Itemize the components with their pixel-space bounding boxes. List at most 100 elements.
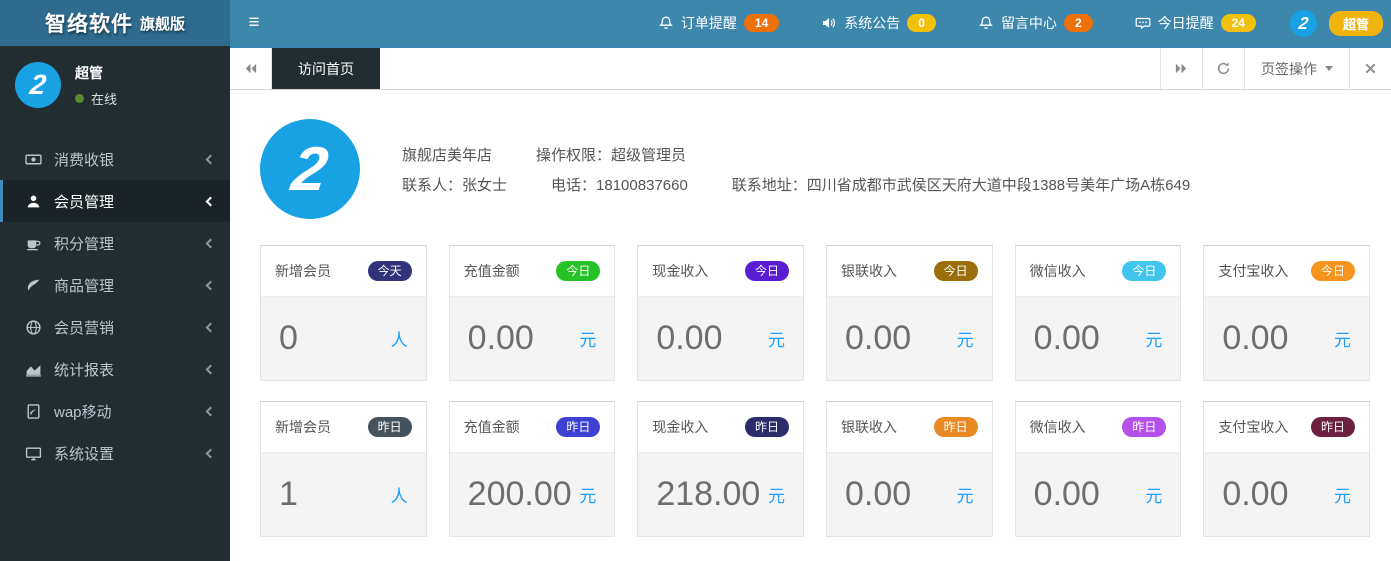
stat-unit: 元 [1145,487,1163,506]
stat-card: 新增会员 昨日 1 人 [260,401,427,537]
chevron-left-icon [205,238,216,248]
stat-card: 微信收入 今日 0.00 元 [1014,245,1182,381]
stat-value: 0.00 [1033,475,1100,513]
stat-card: 充值金额 今日 0.00 元 [448,245,616,381]
brand-suffix: 旗舰版 [139,15,185,33]
sidebar-menu: 消费收银 会员管理 积分管理 商品管理 会员营销 统计报表 wap移动 系统设置 [0,138,230,474]
stat-period-badge: 昨日 [556,417,601,437]
mobile-icon [25,403,42,420]
notification-today-reminder[interactable]: 今日提醒 24 [1135,13,1256,33]
money-icon [25,151,42,168]
stat-card: 银联收入 昨日 0.00 元 [826,401,993,537]
stat-period-badge: 今天 [367,261,412,281]
stat-card: 新增会员 今天 0 人 [260,245,427,381]
tab-operations-label: 页签操作 [1261,60,1317,77]
sidebar-user-avatar[interactable]: 2 [15,62,61,108]
sidebar: 2 超管 在线 消费收银 会员管理 积分管理 商品管理 会员营销 统计报表 wa… [0,46,230,561]
stat-label: 充值金额 [463,419,520,435]
sidebar-item-label: 积分管理 [54,235,115,253]
stat-value: 0.00 [1222,319,1289,357]
tab-operations-dropdown[interactable]: 页签操作 [1244,48,1349,89]
chevron-left-icon [205,406,216,416]
notification-count-badge: 0 [907,14,936,32]
sidebar-item-points-manage[interactable]: 积分管理 [0,222,230,264]
chevron-left-icon [205,196,216,206]
stat-value: 1 [279,475,298,513]
sidebar-item-stats-report[interactable]: 统计报表 [0,348,230,390]
sidebar-item-consume-cashier[interactable]: 消费收银 [0,138,230,180]
header-bar: 智络软件 旗舰版 ≡ 订单提醒 14 系统公告 0 留言中心 2 今日提醒 24 [0,0,1391,46]
chevron-left-icon [205,364,216,374]
avatar-logo-glyph: 2 [28,69,49,100]
user-icon [25,193,42,210]
stat-unit: 元 [768,331,785,350]
sidebar-item-member-marketing[interactable]: 会员营销 [0,306,230,348]
stat-label: 微信收入 [1029,419,1086,435]
store-logo-glyph: 2 [287,134,333,204]
stat-card: 微信收入 昨日 0.00 元 [1014,401,1182,537]
stat-value: 200.00 [467,475,572,513]
bell-icon [978,15,994,31]
stat-period-badge: 今日 [933,261,978,281]
store-phone: 电话：18100837660 [551,176,688,194]
sidebar-toggle-button[interactable]: ≡ [230,0,278,46]
notification-count-badge: 2 [1063,14,1093,32]
stat-period-badge: 昨日 [744,417,789,437]
stat-label: 现金收入 [652,263,709,279]
tab-home[interactable]: 访问首页 [272,48,380,89]
notification-count-badge: 14 [743,14,780,32]
stat-value: 0.00 [845,475,912,513]
user-role-badge[interactable]: 超管 [1328,10,1383,36]
stat-label: 新增会员 [275,263,331,279]
stat-label: 微信收入 [1029,263,1086,279]
hamburger-icon: ≡ [248,12,260,33]
stats-row-today: 新增会员 今天 0 人 充值金额 今日 0.00 元 现金收入 今日 0.00 … [260,245,1370,381]
sidebar-item-label: 会员管理 [54,193,115,211]
chevron-left-icon [205,448,216,458]
sidebar-item-label: 消费收银 [54,151,115,169]
notification-system-announcement[interactable]: 系统公告 0 [821,13,936,33]
tab-refresh-button[interactable] [1202,48,1244,89]
sidebar-item-label: wap移动 [54,403,112,421]
stat-card: 支付宝收入 今日 0.00 元 [1203,245,1370,381]
brand-logo: 智络软件 旗舰版 [0,0,230,46]
stat-period-badge: 今日 [1310,261,1355,281]
stat-unit: 元 [1334,331,1351,350]
sidebar-item-label: 会员营销 [54,319,115,337]
notification-label: 今日提醒 [1157,15,1214,31]
stat-unit: 元 [1334,487,1351,506]
close-icon [1365,63,1376,74]
sidebar-item-goods-manage[interactable]: 商品管理 [0,264,230,306]
notification-count-badge: 24 [1220,14,1256,32]
notification-message-center[interactable]: 留言中心 2 [978,13,1093,33]
stat-label: 充值金额 [463,263,520,279]
chevron-left-icon [205,154,216,164]
store-contact: 联系人：张女士 [402,176,508,194]
sidebar-user-panel: 2 超管 在线 [0,46,230,122]
store-logo: 2 [260,119,360,219]
stat-card: 现金收入 今日 0.00 元 [637,245,804,381]
stat-period-badge: 昨日 [1122,417,1167,437]
sidebar-item-wap-mobile[interactable]: wap移动 [0,390,230,432]
leaf-icon [25,277,42,294]
notification-label: 留言中心 [1000,15,1057,31]
cup-icon [25,235,42,252]
stat-value: 0 [279,319,298,357]
notification-label: 订单提醒 [680,15,737,31]
tab-close-button[interactable] [1349,48,1391,89]
stat-unit: 元 [579,331,597,350]
stat-label: 银联收入 [841,263,897,279]
sidebar-item-member-manage[interactable]: 会员管理 [0,180,230,222]
user-avatar[interactable]: 2 [1289,9,1317,37]
sidebar-item-label: 系统设置 [54,445,115,463]
chevron-left-icon [205,280,216,290]
double-chevron-left-icon [245,63,257,74]
main-content: 2 旗舰店美年店 操作权限：超级管理员 联系人：张女士 电话：181008376… [230,91,1391,561]
store-permission: 操作权限：超级管理员 [536,146,687,164]
store-address: 联系地址：四川省成都市武侯区天府大道中段1388号美年广场A栋649 [731,176,1191,194]
tabs-scroll-right-button[interactable] [1160,48,1202,89]
stat-unit: 人 [390,331,408,350]
tabs-scroll-left-button[interactable] [230,48,272,89]
notification-order-reminder[interactable]: 订单提醒 14 [658,13,780,33]
sidebar-item-system-settings[interactable]: 系统设置 [0,432,230,474]
